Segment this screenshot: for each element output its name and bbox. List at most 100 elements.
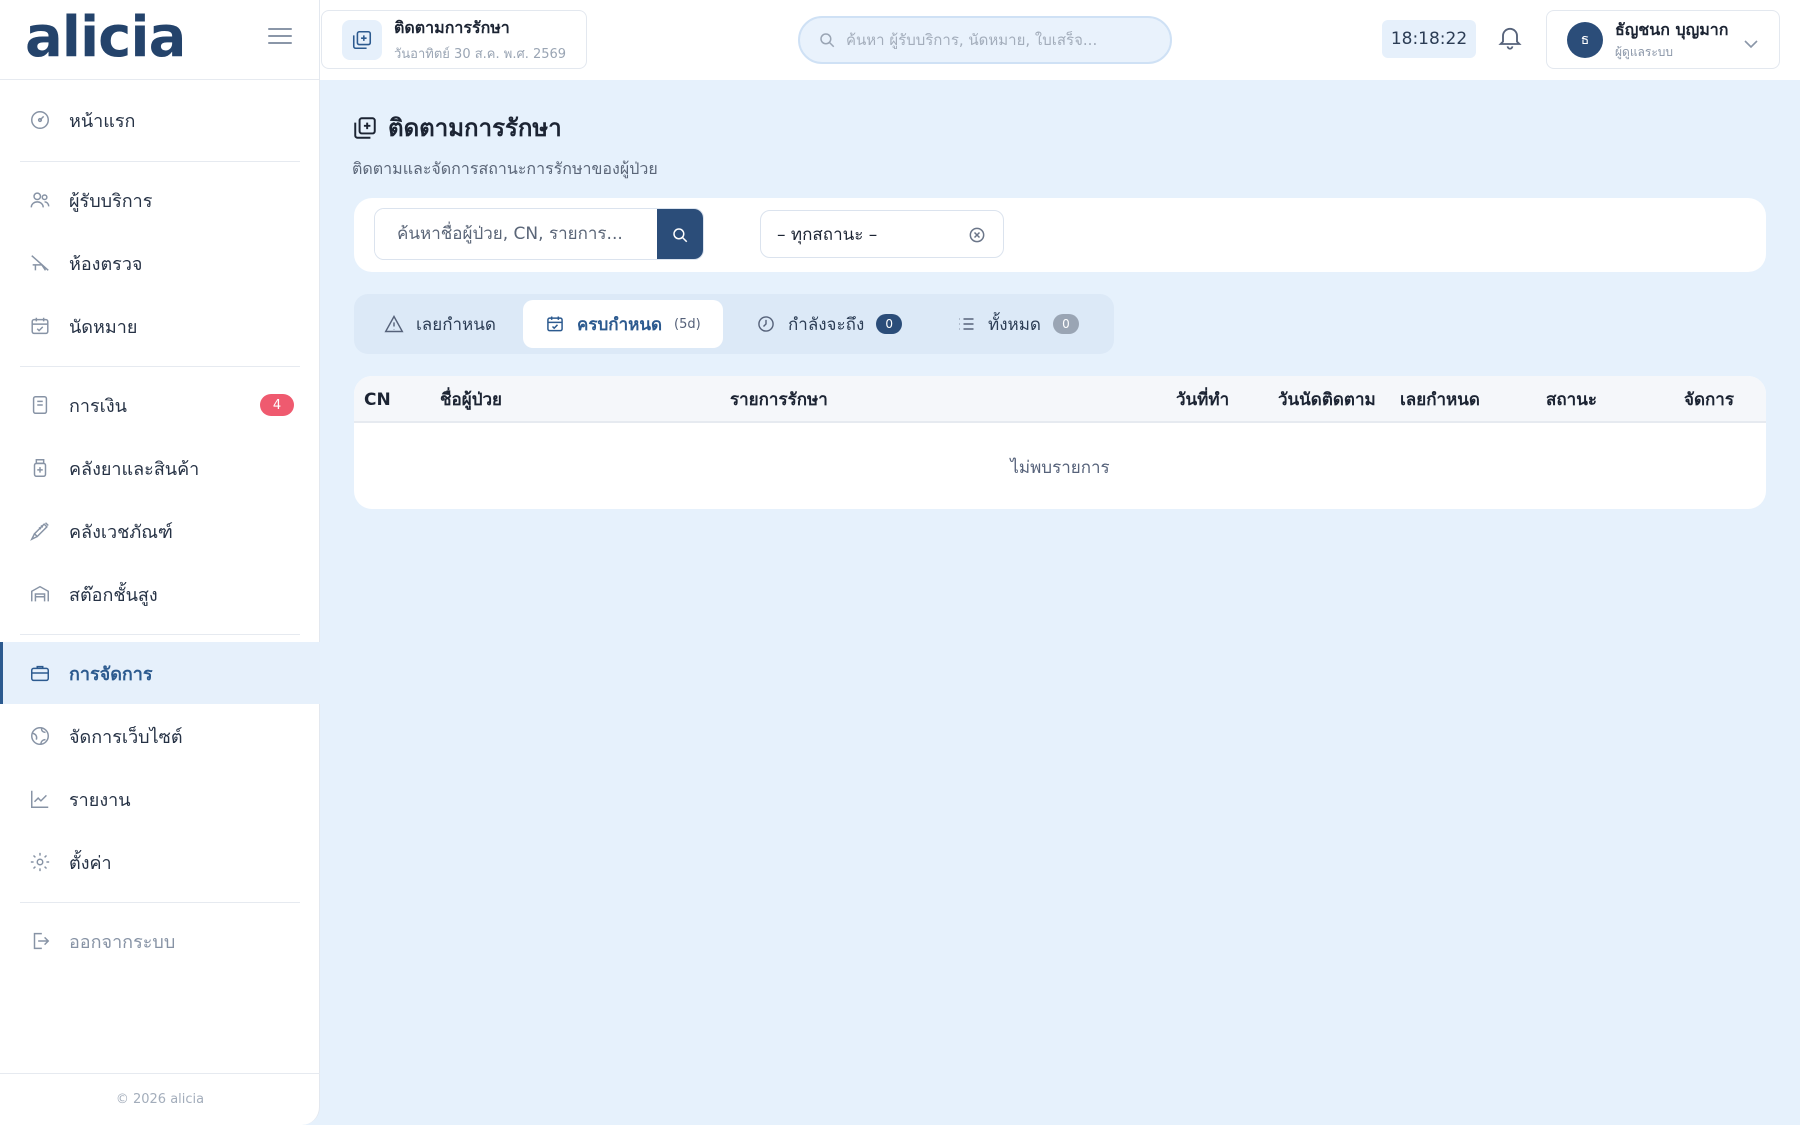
finance-count-badge: 4 (260, 394, 294, 416)
sidebar-item-logout[interactable]: ออกจากระบบ (0, 910, 320, 972)
user-menu[interactable]: ธ ธัญชนก บุญมาก ผู้ดูแลระบบ (1546, 10, 1780, 69)
sidebar-item-label: คลังเวชภัณฑ์ (69, 521, 173, 543)
page-chip-title: ติดตามการรักษา (394, 17, 510, 37)
chevron-down-icon (1743, 35, 1759, 54)
search-icon (671, 226, 689, 244)
sidebar-item-clients[interactable]: ผู้รับบริการ (0, 169, 320, 231)
sidebar-item-label: จัดการเว็บไซต์ (69, 726, 183, 748)
sidebar-item-label: สต๊อกชั้นสูง (69, 584, 158, 606)
page-chip-date: วันอาทิตย์ 30 ส.ค. พ.ศ. 2569 (394, 46, 567, 62)
brand-logo[interactable]: alicia (25, 6, 186, 70)
search-button[interactable] (657, 209, 703, 259)
user-role: ผู้ดูแลระบบ (1615, 44, 1674, 59)
avatar: ธ (1567, 21, 1603, 58)
clear-circle-icon[interactable] (967, 225, 987, 250)
receipt-icon (28, 393, 52, 417)
empty-state: ไม่พบรายการ (1010, 457, 1110, 478)
sidebar-item-settings[interactable]: ตั้งค่า (0, 831, 320, 893)
sidebar: alicia หน้าแรก ผู้รับบริการ ห้องตรวจ นัด… (0, 0, 320, 1125)
sidebar-item-website[interactable]: จัดการเว็บไซต์ (0, 705, 320, 767)
tab-label: ทั้งหมด (988, 314, 1041, 335)
patient-search (374, 208, 704, 260)
tab-label: กำลังจะถึง (788, 314, 865, 335)
sidebar-item-medical-supplies[interactable]: คลังเวชภัณฑ์ (0, 500, 320, 562)
column-header-patient-name: ชื่อผู้ป่วย (440, 390, 503, 410)
dashboard-icon (28, 108, 52, 132)
topbar: ติดตามการรักษา วันอาทิตย์ 30 ส.ค. พ.ศ. 2… (320, 0, 1800, 80)
page-subtitle: ติดตามและจัดการสถานะการรักษาของผู้ป่วย (352, 159, 658, 178)
sidebar-item-reports[interactable]: รายงาน (0, 768, 320, 830)
logout-icon (28, 929, 52, 953)
calendar-icon (28, 314, 52, 338)
briefcase-icon (28, 661, 52, 685)
sidebar-item-label: ตั้งค่า (69, 852, 112, 874)
tab-all[interactable]: ทั้งหมด 0 (934, 300, 1101, 348)
sidebar-item-label: ห้องตรวจ (69, 253, 143, 275)
column-header-actions: จัดการ (1684, 390, 1734, 410)
sidebar-footer: © 2026 alicia (0, 1073, 320, 1125)
tab-label: เลยกำหนด (416, 314, 496, 335)
exam-room-icon (28, 251, 52, 275)
sidebar-item-finance[interactable]: การเงิน 4 (0, 374, 320, 436)
warning-icon (384, 314, 404, 334)
sidebar-item-label: การเงิน (69, 395, 127, 417)
nav-divider (20, 161, 300, 162)
search-icon (818, 31, 836, 49)
tab-upcoming[interactable]: กำลังจะถึง 0 (734, 300, 924, 348)
patient-search-input[interactable] (375, 209, 657, 259)
clock-display: 18:18:22 (1382, 20, 1476, 58)
tab-due[interactable]: ครบกำหนด (5d) (523, 300, 723, 348)
column-header-cn: CN (364, 389, 391, 410)
logo-row: alicia (0, 0, 319, 80)
status-filter-select[interactable]: – ทุกสถานะ – (760, 210, 1004, 258)
nav-divider (20, 902, 300, 903)
nav-divider (20, 634, 300, 635)
tab-label: ครบกำหนด (577, 314, 662, 335)
tab-count-badge: 0 (1052, 314, 1079, 334)
sidebar-item-appointments[interactable]: นัดหมาย (0, 295, 320, 357)
sidebar-item-label: หน้าแรก (69, 110, 136, 132)
treatment-tracking-icon (342, 19, 382, 60)
table-header: CN ชื่อผู้ป่วย รายการรักษา วันที่ทำ วันน… (354, 376, 1766, 423)
medicine-bottle-icon (28, 456, 52, 480)
sidebar-item-exam-room[interactable]: ห้องตรวจ (0, 232, 320, 294)
clock-icon (756, 314, 776, 334)
sidebar-item-pharmacy[interactable]: คลังยาและสินค้า (0, 437, 320, 499)
gear-icon (28, 850, 52, 874)
tab-period: (5d) (674, 316, 701, 332)
column-header-treatment-date: วันที่ทำ (1176, 390, 1230, 410)
sidebar-item-label: ผู้รับบริการ (69, 190, 153, 212)
warehouse-icon (28, 582, 52, 606)
sidebar-item-label: นัดหมาย (69, 316, 138, 338)
status-filter-value: – ทุกสถานะ – (777, 224, 878, 245)
treatment-table: CN ชื่อผู้ป่วย รายการรักษา วันที่ทำ วันน… (354, 376, 1766, 509)
column-header-overdue: เลยกำหนด (1400, 390, 1480, 410)
globe-icon (28, 724, 52, 748)
nav-divider (20, 366, 300, 367)
sidebar-item-management[interactable]: การจัดการ (0, 642, 320, 704)
notification-bell-icon[interactable] (1496, 22, 1526, 54)
sidebar-item-label: การจัดการ (69, 663, 153, 685)
global-search[interactable] (798, 16, 1172, 64)
current-page-chip: ติดตามการรักษา วันอาทิตย์ 30 ส.ค. พ.ศ. 2… (321, 10, 587, 69)
syringe-icon (28, 519, 52, 543)
sidebar-item-label: ออกจากระบบ (69, 931, 176, 953)
column-header-status: สถานะ (1546, 390, 1597, 410)
hamburger-menu-icon[interactable] (268, 28, 292, 48)
chart-icon (28, 787, 52, 811)
status-tabs: เลยกำหนด ครบกำหนด (5d) กำลังจะถึง 0 ทั้ง… (354, 294, 1114, 354)
user-name: ธัญชนก บุญมาก (1615, 19, 1729, 39)
users-icon (28, 188, 52, 212)
treatment-tracking-icon (352, 115, 378, 141)
sidebar-item-label: รายงาน (69, 789, 131, 811)
calendar-check-icon (545, 314, 565, 334)
page-title: ติดตามการรักษา (388, 114, 562, 142)
sidebar-item-advanced-stock[interactable]: สต๊อกชั้นสูง (0, 563, 320, 625)
tab-count-badge: 0 (876, 314, 903, 334)
global-search-input[interactable] (846, 31, 1136, 49)
sidebar-item-home[interactable]: หน้าแรก (0, 89, 320, 151)
list-icon (956, 314, 976, 334)
column-header-follow-up-date: วันนัดติดตาม (1278, 390, 1376, 410)
column-header-treatment: รายการรักษา (730, 390, 828, 410)
tab-overdue[interactable]: เลยกำหนด (362, 300, 518, 348)
